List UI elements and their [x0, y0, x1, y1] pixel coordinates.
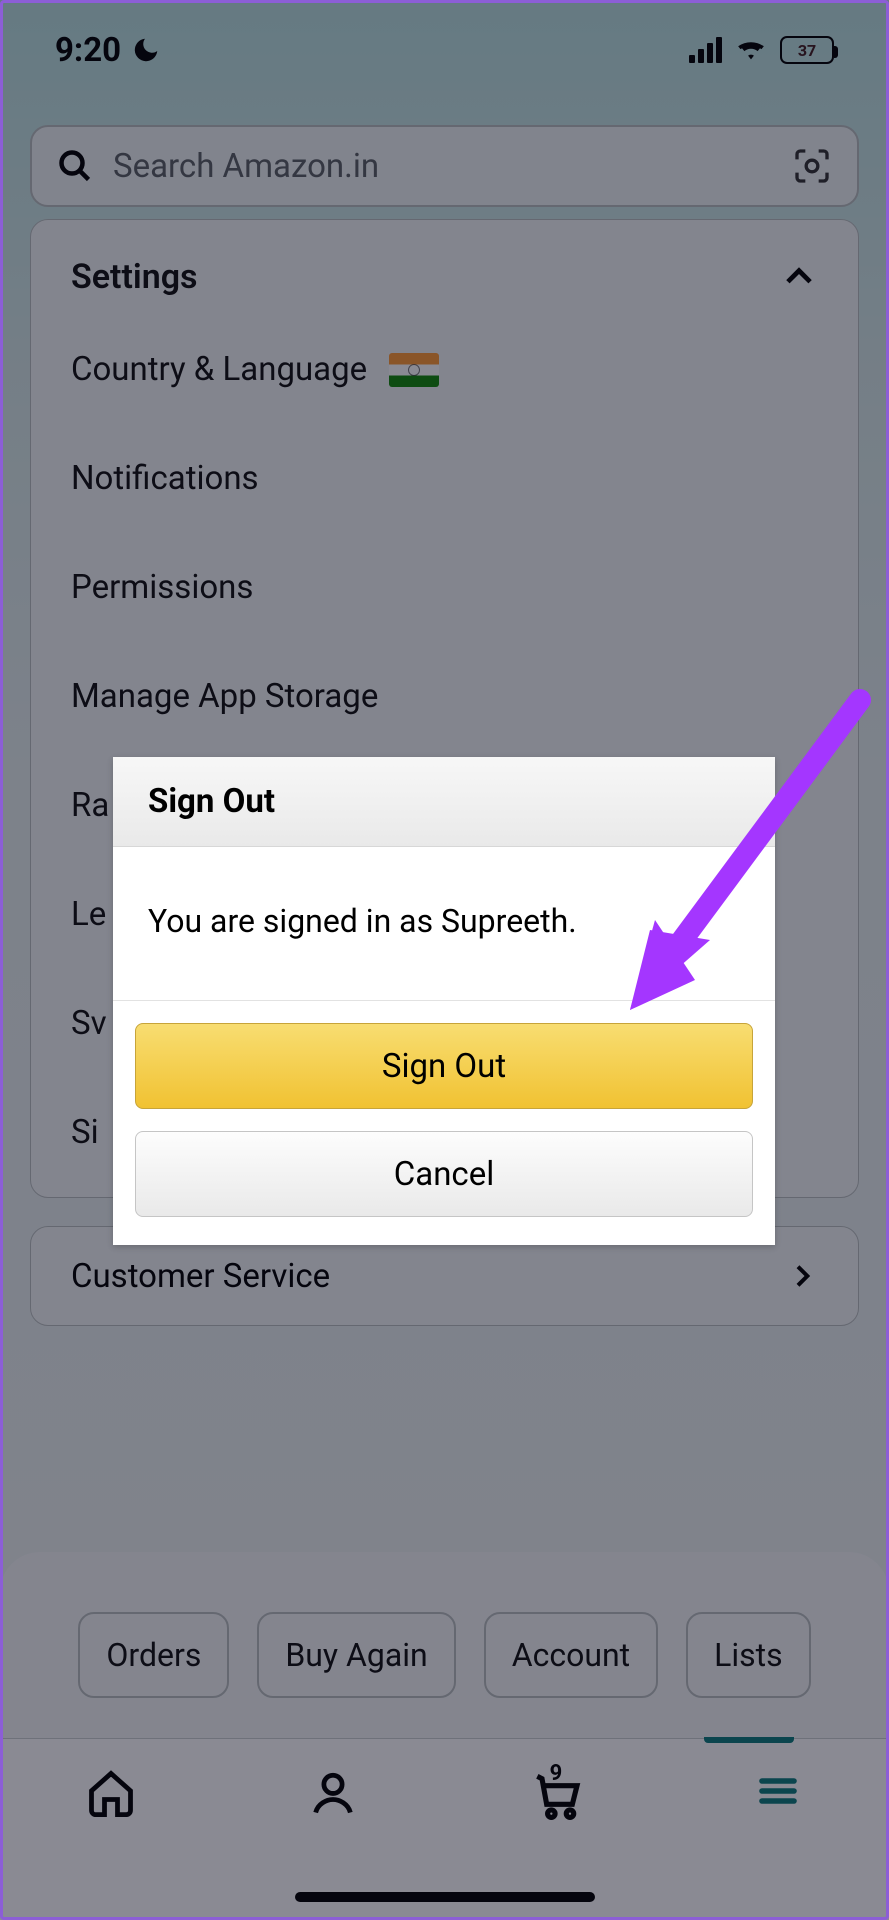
modal-title: Sign Out — [113, 757, 775, 847]
cancel-button[interactable]: Cancel — [135, 1131, 753, 1217]
sign-out-modal: Sign Out You are signed in as Supreeth. … — [113, 757, 775, 1245]
modal-message: You are signed in as Supreeth. — [113, 847, 775, 1001]
sign-out-button[interactable]: Sign Out — [135, 1023, 753, 1109]
